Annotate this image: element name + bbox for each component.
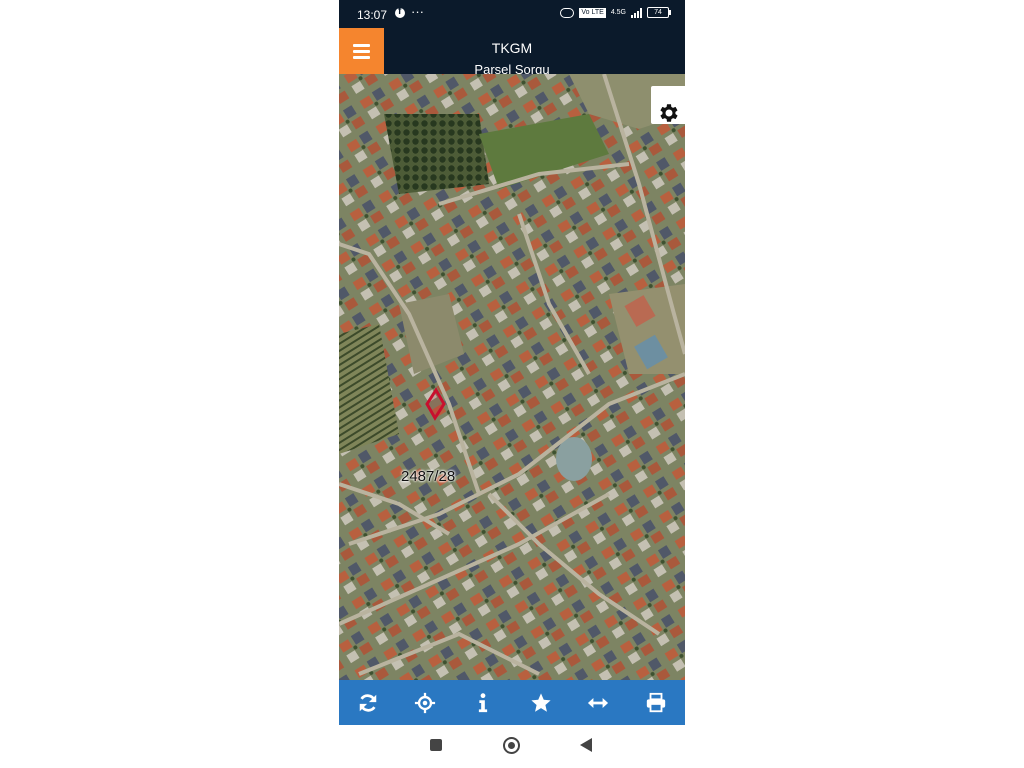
battery-indicator: 74 (647, 7, 671, 18)
parcel-label: 2487/28 (401, 468, 456, 485)
info-button[interactable] (463, 683, 503, 723)
home-icon[interactable] (503, 737, 520, 754)
star-icon (531, 692, 551, 712)
locate-icon (415, 692, 436, 713)
favorites-button[interactable] (521, 683, 561, 723)
app-header: TKGM Parsel Sorgu (339, 28, 685, 77)
recents-icon[interactable] (430, 739, 442, 751)
refresh-button[interactable] (348, 683, 388, 723)
link-icon (560, 7, 575, 18)
satellite-map[interactable]: 2487/28 (339, 74, 685, 680)
settings-button[interactable] (651, 86, 685, 124)
locate-button[interactable] (405, 683, 445, 723)
print-icon (646, 692, 666, 712)
gear-icon (660, 104, 678, 122)
app-title: TKGM (491, 40, 533, 56)
menu-button[interactable] (339, 28, 384, 74)
measure-button[interactable] (578, 683, 618, 723)
system-nav-bar (339, 725, 685, 768)
print-button[interactable] (636, 683, 676, 723)
menu-icon (353, 44, 370, 47)
volte-badge: Vo LTE (579, 7, 606, 18)
info-icon (479, 692, 488, 712)
network-type: 4.5G (610, 9, 626, 16)
measure-icon (588, 697, 609, 708)
phone-screen: 13:07 ··· Vo LTE 4.5G 74 TKGM Parsel Sor… (339, 0, 685, 768)
map-toolbar (339, 680, 685, 725)
signal-icon (631, 7, 642, 18)
status-bar: 13:07 ··· Vo LTE 4.5G 74 (339, 0, 685, 28)
refresh-icon (359, 693, 377, 712)
status-time: 13:07 (357, 8, 388, 22)
back-icon[interactable] (580, 738, 592, 752)
facebook-notification-icon (395, 6, 405, 18)
status-icons: Vo LTE 4.5G 74 (560, 7, 671, 18)
more-notifications-icon: ··· (411, 4, 424, 19)
map-imagery (339, 74, 685, 680)
